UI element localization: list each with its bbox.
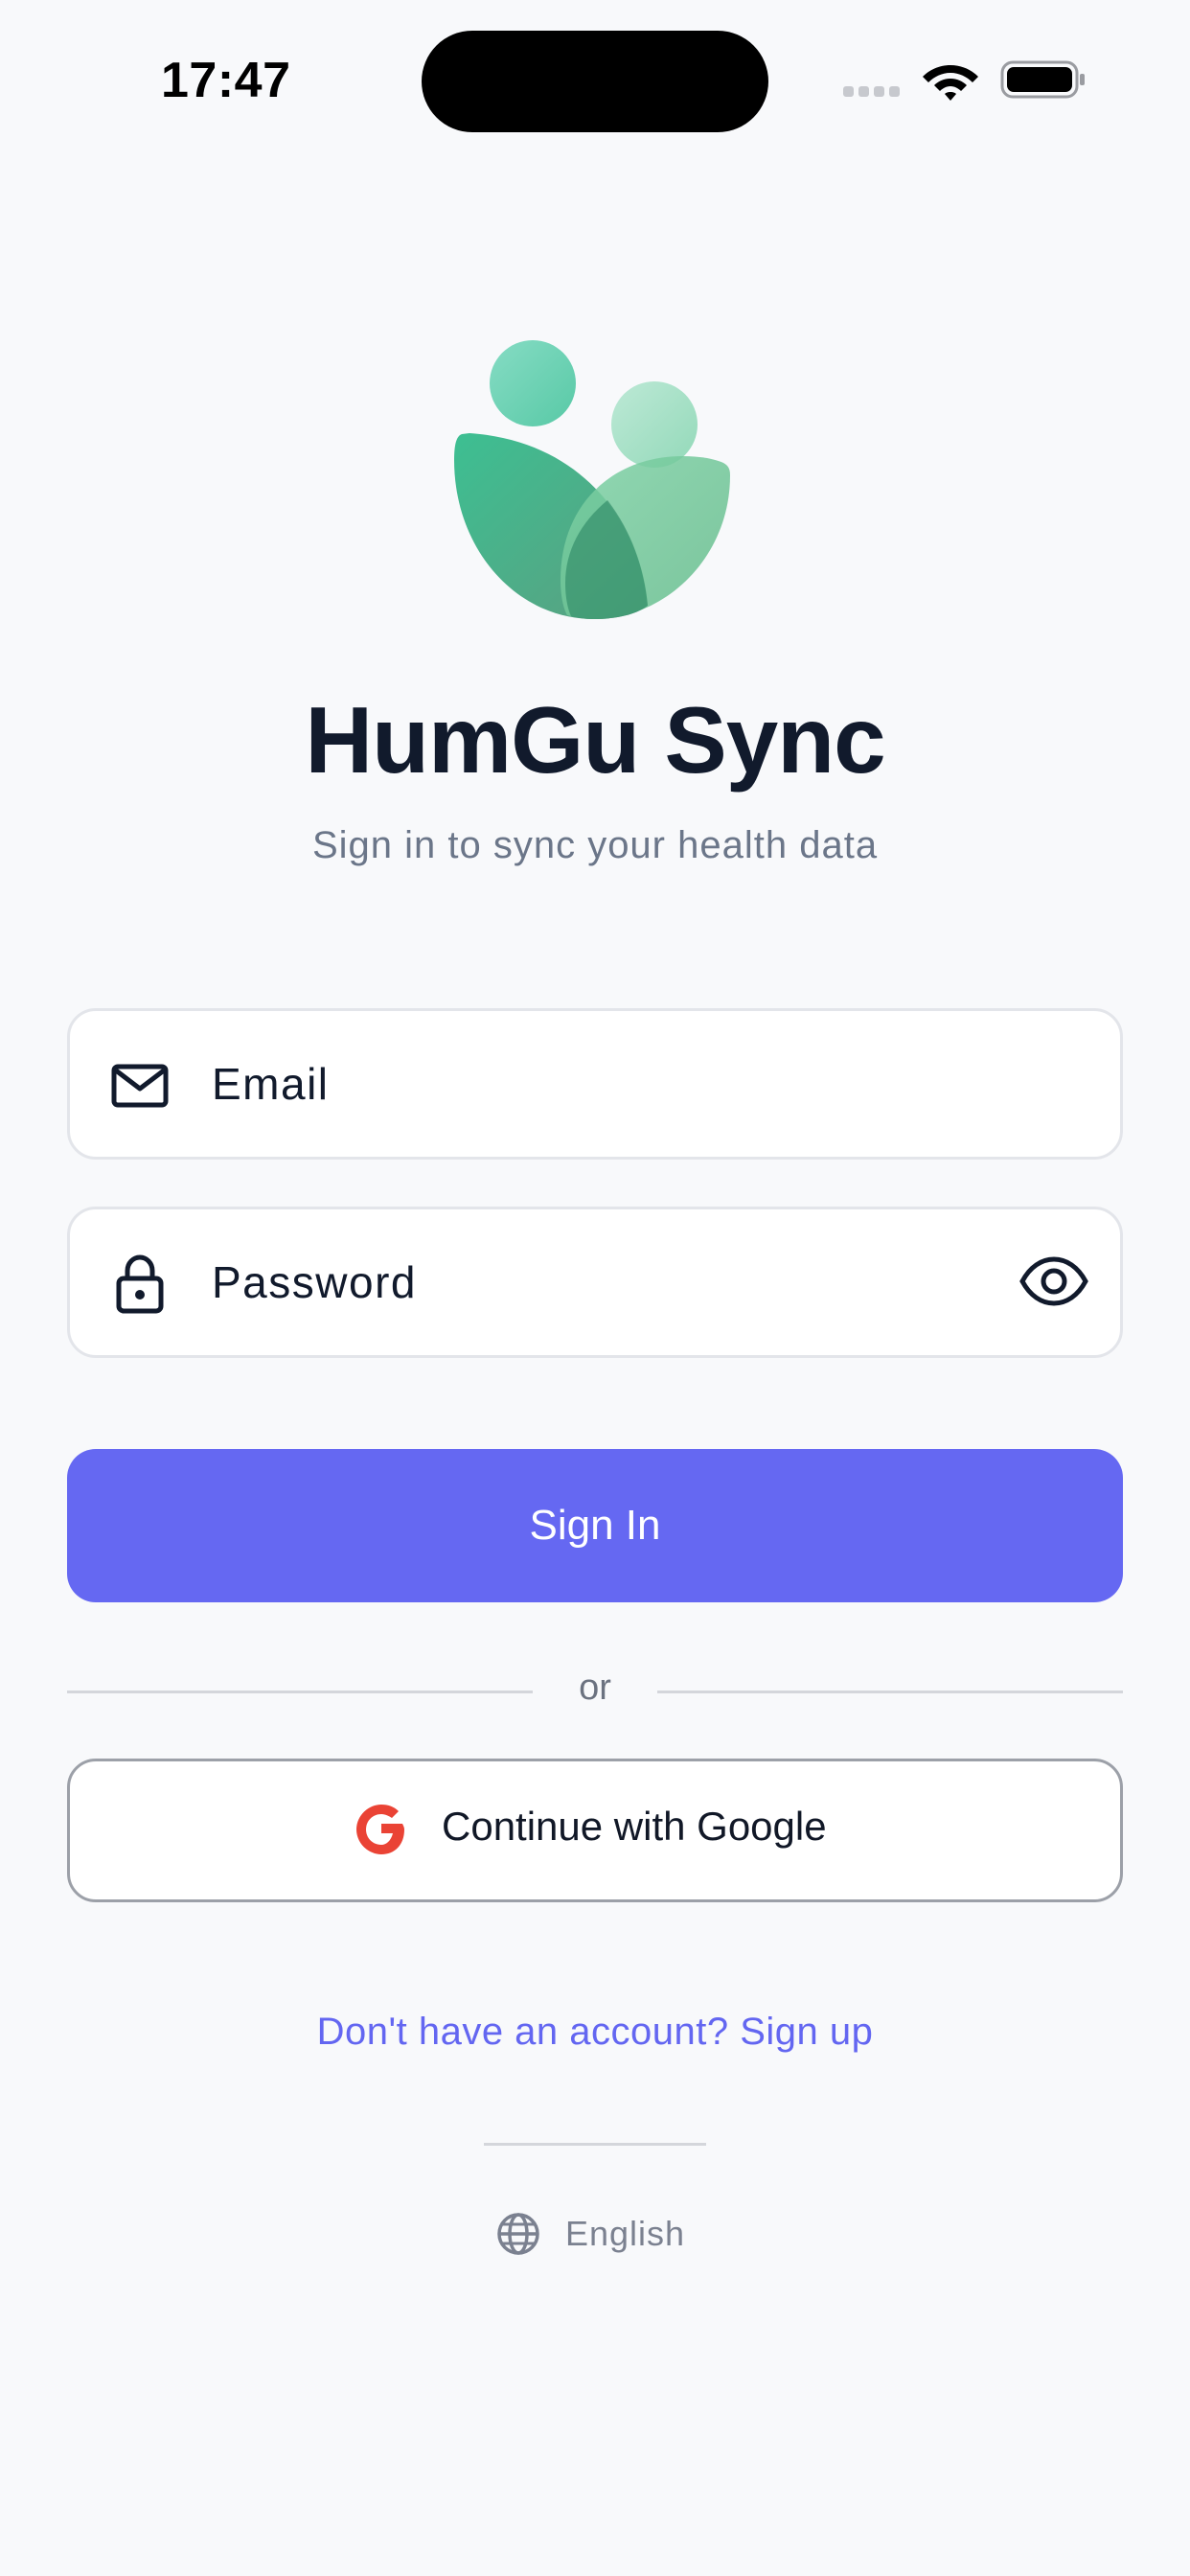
sign-in-button[interactable]: Sign In	[67, 1449, 1123, 1602]
mail-icon	[111, 1064, 169, 1108]
battery-icon	[1000, 60, 1085, 99]
divider-line-left	[67, 1690, 533, 1693]
email-field[interactable]	[67, 1008, 1123, 1160]
dynamic-island	[422, 31, 768, 132]
password-field[interactable]	[67, 1207, 1123, 1358]
google-button-label: Continue with Google	[442, 1804, 827, 1849]
status-bar: 17:47	[0, 0, 1190, 153]
eye-icon[interactable]	[1018, 1246, 1089, 1317]
email-input[interactable]	[212, 1011, 1036, 1157]
globe-icon	[497, 2213, 539, 2255]
language-selector[interactable]: English	[494, 2206, 705, 2262]
password-input[interactable]	[212, 1209, 1036, 1355]
app-logo	[454, 340, 730, 619]
google-icon	[356, 1805, 404, 1854]
divider-line-right	[657, 1690, 1123, 1693]
wifi-icon	[923, 65, 978, 101]
signup-link[interactable]: Don't have an account? Sign up	[0, 2011, 1190, 2054]
cellular-signal-icon	[843, 84, 904, 98]
footer-divider	[484, 2143, 706, 2146]
app-title: HumGu Sync	[305, 687, 885, 793]
lock-icon	[116, 1254, 164, 1314]
app-subtitle: Sign in to sync your health data	[311, 824, 879, 866]
divider-text: or	[579, 1668, 611, 1708]
status-time: 17:47	[161, 53, 291, 108]
google-sign-in-button[interactable]: Continue with Google	[67, 1759, 1123, 1902]
language-label: English	[565, 2214, 686, 2253]
